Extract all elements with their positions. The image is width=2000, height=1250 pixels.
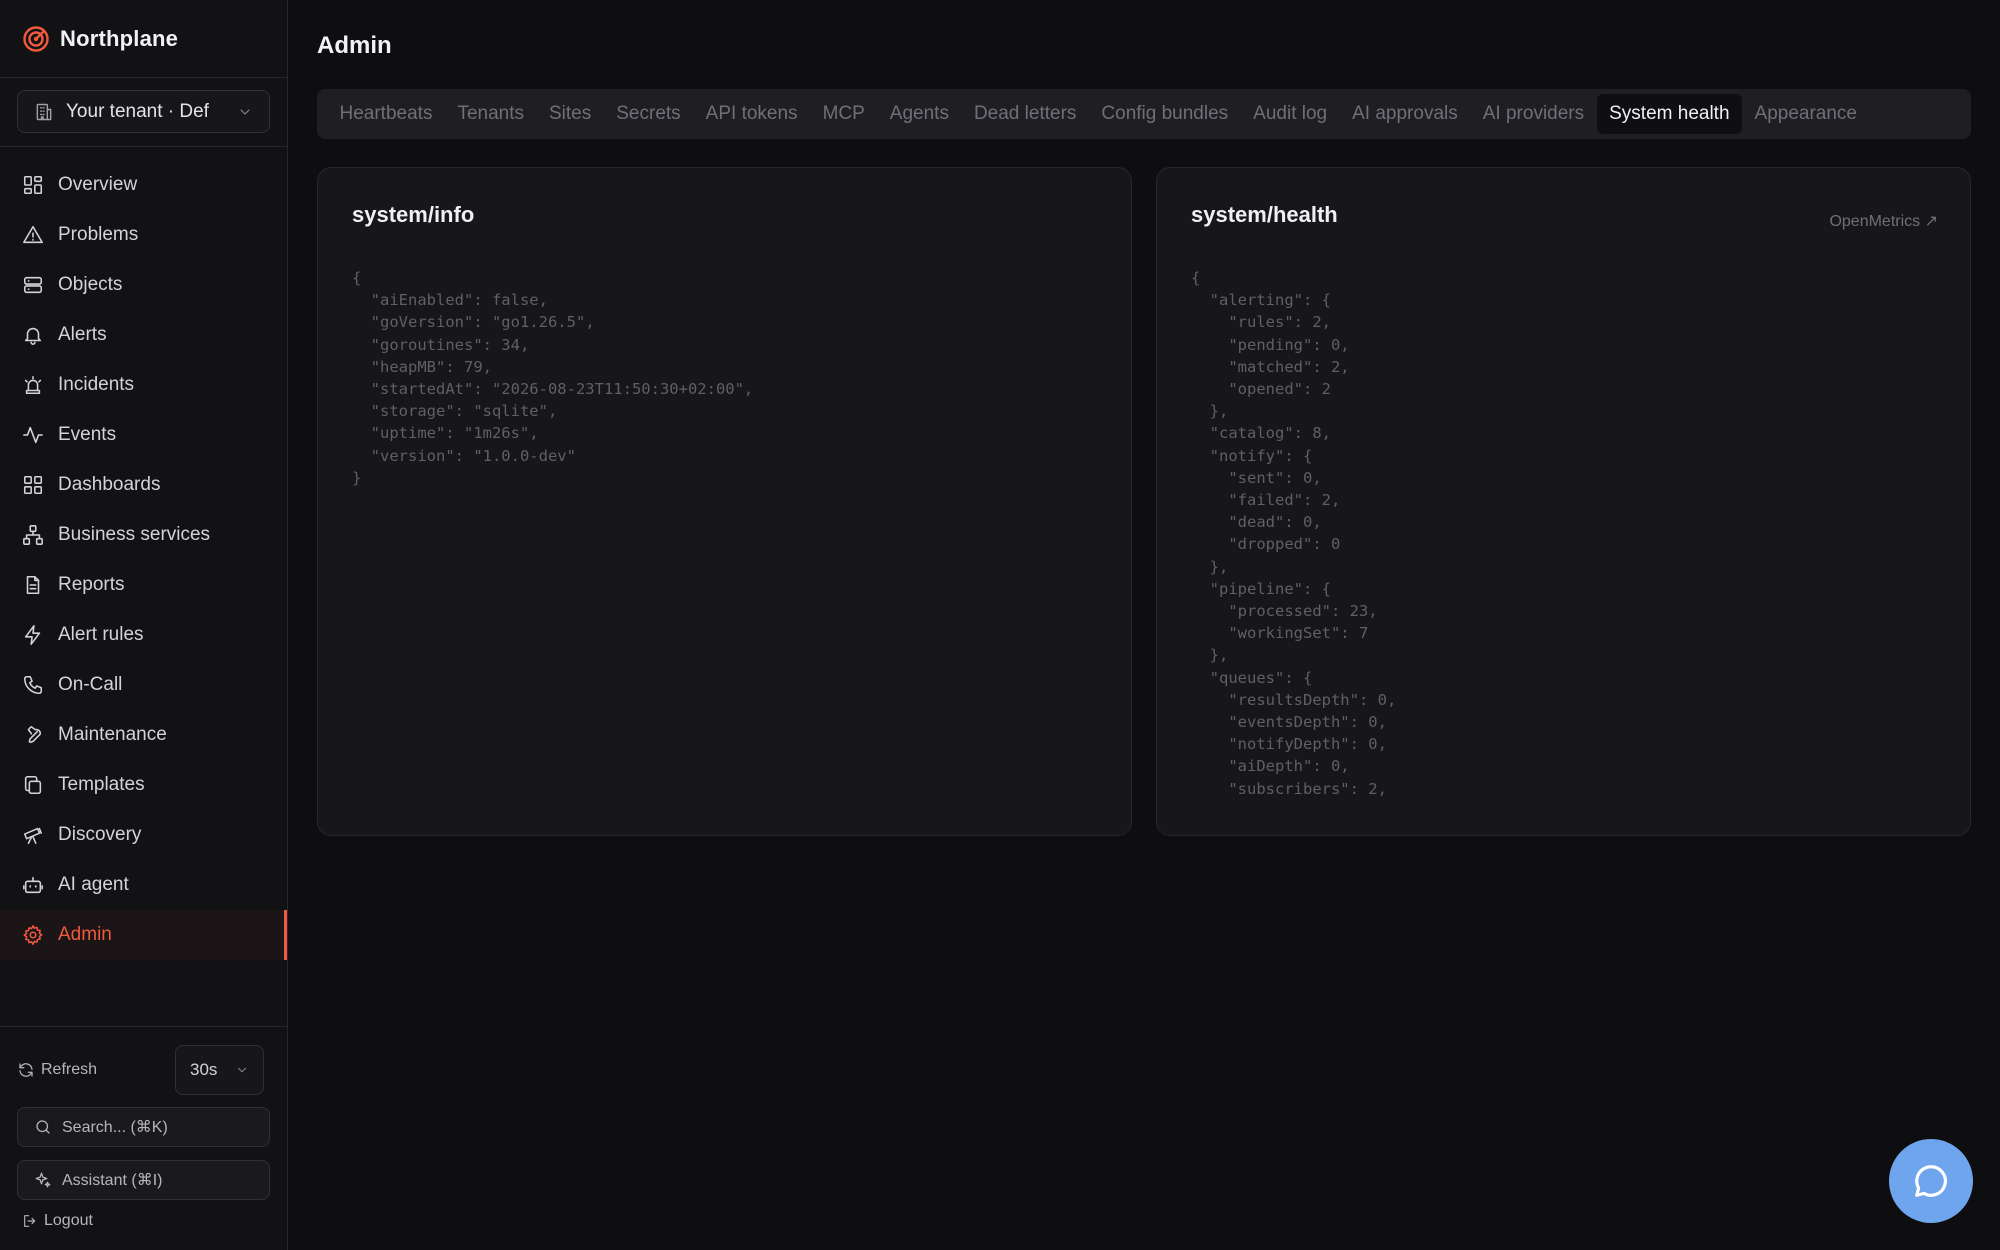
tab-heartbeats[interactable]: Heartbeats	[327, 94, 445, 134]
tenant-label: Your tenant · Def	[66, 100, 209, 122]
chat-bubble-icon	[1915, 1165, 1947, 1197]
sidebar-item-maintenance[interactable]: Maintenance	[0, 710, 287, 760]
sidebar-item-label: Dashboards	[58, 474, 161, 495]
sidebar-item-overview[interactable]: Overview	[0, 160, 287, 210]
sidebar-item-alerts[interactable]: Alerts	[0, 310, 287, 360]
tab-ai-providers[interactable]: AI providers	[1470, 94, 1596, 134]
sidebar-item-label: Business services	[58, 524, 211, 545]
sidebar-item-discovery[interactable]: Discovery	[0, 810, 287, 860]
sidebar-item-label: Templates	[58, 774, 145, 795]
phone-icon	[23, 675, 43, 695]
sidebar-item-label: Problems	[58, 224, 139, 245]
sidebar-item-label: Objects	[58, 274, 123, 295]
refresh-icon	[19, 1063, 33, 1077]
sidebar-item-label: Events	[58, 424, 117, 445]
tab-secrets[interactable]: Secrets	[604, 94, 693, 134]
system-health-card: system/health OpenMetrics ↗ { "alerting"…	[1156, 167, 1971, 836]
admin-tabs: Heartbeats Tenants Sites Secrets API tok…	[317, 89, 1971, 139]
assistant-button[interactable]: Assistant (⌘I)	[17, 1160, 270, 1200]
tab-agents[interactable]: Agents	[877, 94, 961, 134]
system-info-json: { "aiEnabled": false, "goVersion": "go1.…	[352, 269, 754, 487]
assistant-label: Assistant (⌘I)	[62, 1172, 163, 1189]
tab-audit-log[interactable]: Audit log	[1241, 94, 1340, 134]
server-icon	[23, 276, 43, 294]
search-label: Search... (⌘K)	[62, 1119, 168, 1136]
openmetrics-link[interactable]: OpenMetrics ↗	[1829, 211, 1938, 231]
sidebar-item-label: Overview	[58, 174, 138, 195]
network-icon	[23, 525, 43, 545]
sidebar-item-label: Maintenance	[58, 724, 167, 745]
northplane-logo-icon	[23, 25, 49, 52]
brand[interactable]: Northplane	[0, 0, 287, 78]
tab-ai-approvals[interactable]: AI approvals	[1340, 94, 1471, 134]
telescope-icon	[23, 827, 43, 845]
sidebar-item-label: Alert rules	[58, 624, 144, 645]
sidebar-item-label: Incidents	[58, 374, 135, 395]
refresh-label: Refresh	[41, 1061, 98, 1078]
grid-icon	[23, 175, 43, 195]
main-content: Admin Heartbeats Tenants Sites Secrets A…	[288, 0, 2000, 1250]
sidebar-item-objects[interactable]: Objects	[0, 260, 287, 310]
chevron-down-icon	[240, 108, 250, 115]
bolt-icon	[24, 625, 41, 645]
app-name: Northplane	[60, 25, 179, 51]
logout-button[interactable]: Logout	[22, 1212, 93, 1230]
document-icon	[26, 575, 40, 595]
interval-value: 30s	[190, 1060, 218, 1079]
chat-fab-button[interactable]	[1889, 1139, 1973, 1223]
dashboard-icon	[23, 475, 43, 495]
sparkles-icon	[35, 1172, 51, 1188]
page-title: Admin	[317, 32, 392, 59]
refresh-interval-select[interactable]: 30s	[175, 1045, 264, 1095]
refresh-button[interactable]: Refresh	[17, 1061, 97, 1079]
sidebar-item-problems[interactable]: Problems	[0, 210, 287, 260]
sidebar-item-business-services[interactable]: Business services	[0, 510, 287, 560]
system-info-card: system/info { "aiEnabled": false, "goVer…	[317, 167, 1132, 836]
tab-mcp[interactable]: MCP	[810, 94, 877, 134]
sidebar-item-admin[interactable]: Admin	[0, 910, 287, 960]
search-button[interactable]: Search... (⌘K)	[17, 1107, 270, 1147]
sidebar-nav: Overview Problems Objects Alerts Inciden…	[0, 147, 287, 960]
sidebar-item-events[interactable]: Events	[0, 410, 287, 460]
bell-icon	[24, 327, 42, 345]
tenant-selector[interactable]: Your tenant · Def	[17, 90, 270, 133]
sidebar-item-label: AI agent	[58, 874, 129, 895]
sidebar-item-ai-agent[interactable]: AI agent	[0, 860, 287, 910]
sidebar-item-label: Reports	[58, 574, 125, 595]
tab-api-tokens[interactable]: API tokens	[693, 94, 810, 134]
search-icon	[36, 1120, 50, 1134]
logout-label: Logout	[44, 1212, 93, 1229]
sidebar-item-label: Discovery	[58, 824, 142, 845]
sidebar-item-alert-rules[interactable]: Alert rules	[0, 610, 287, 660]
tab-appearance[interactable]: Appearance	[1742, 94, 1869, 134]
sidebar-item-dashboards[interactable]: Dashboards	[0, 460, 287, 510]
warning-icon	[23, 225, 43, 244]
sidebar: Northplane Your tenant · Def Overview Pr…	[0, 0, 288, 1250]
sidebar-item-incidents[interactable]: Incidents	[0, 360, 287, 410]
sidebar-item-label: Admin	[58, 924, 112, 945]
chevron-down-icon	[238, 1067, 246, 1073]
system-health-title: system/health	[1191, 202, 1338, 227]
sidebar-footer: Refresh 30s Search... (⌘K) Assistant (⌘I…	[0, 1026, 287, 1250]
tab-config-bundles[interactable]: Config bundles	[1089, 94, 1241, 134]
building-icon	[36, 103, 52, 120]
bot-icon	[23, 876, 43, 894]
tab-tenants[interactable]: Tenants	[445, 94, 537, 134]
copy-icon	[24, 775, 42, 795]
logout-icon	[24, 1215, 36, 1227]
system-info-title: system/info	[352, 202, 475, 227]
sidebar-item-reports[interactable]: Reports	[0, 560, 287, 610]
sidebar-item-templates[interactable]: Templates	[0, 760, 287, 810]
gear-icon	[23, 925, 43, 945]
sidebar-item-on-call[interactable]: On-Call	[0, 660, 287, 710]
wrench-icon	[27, 725, 41, 744]
tab-system-health[interactable]: System health	[1596, 94, 1743, 134]
tab-sites[interactable]: Sites	[537, 94, 604, 134]
sidebar-item-label: Alerts	[58, 324, 107, 345]
tab-dead-letters[interactable]: Dead letters	[961, 94, 1088, 134]
activity-icon	[23, 426, 43, 444]
siren-icon	[24, 375, 42, 395]
sidebar-item-label: On-Call	[58, 674, 123, 695]
system-health-json: { "alerting": { "rules": 2, "pending": 0…	[1191, 269, 1397, 798]
